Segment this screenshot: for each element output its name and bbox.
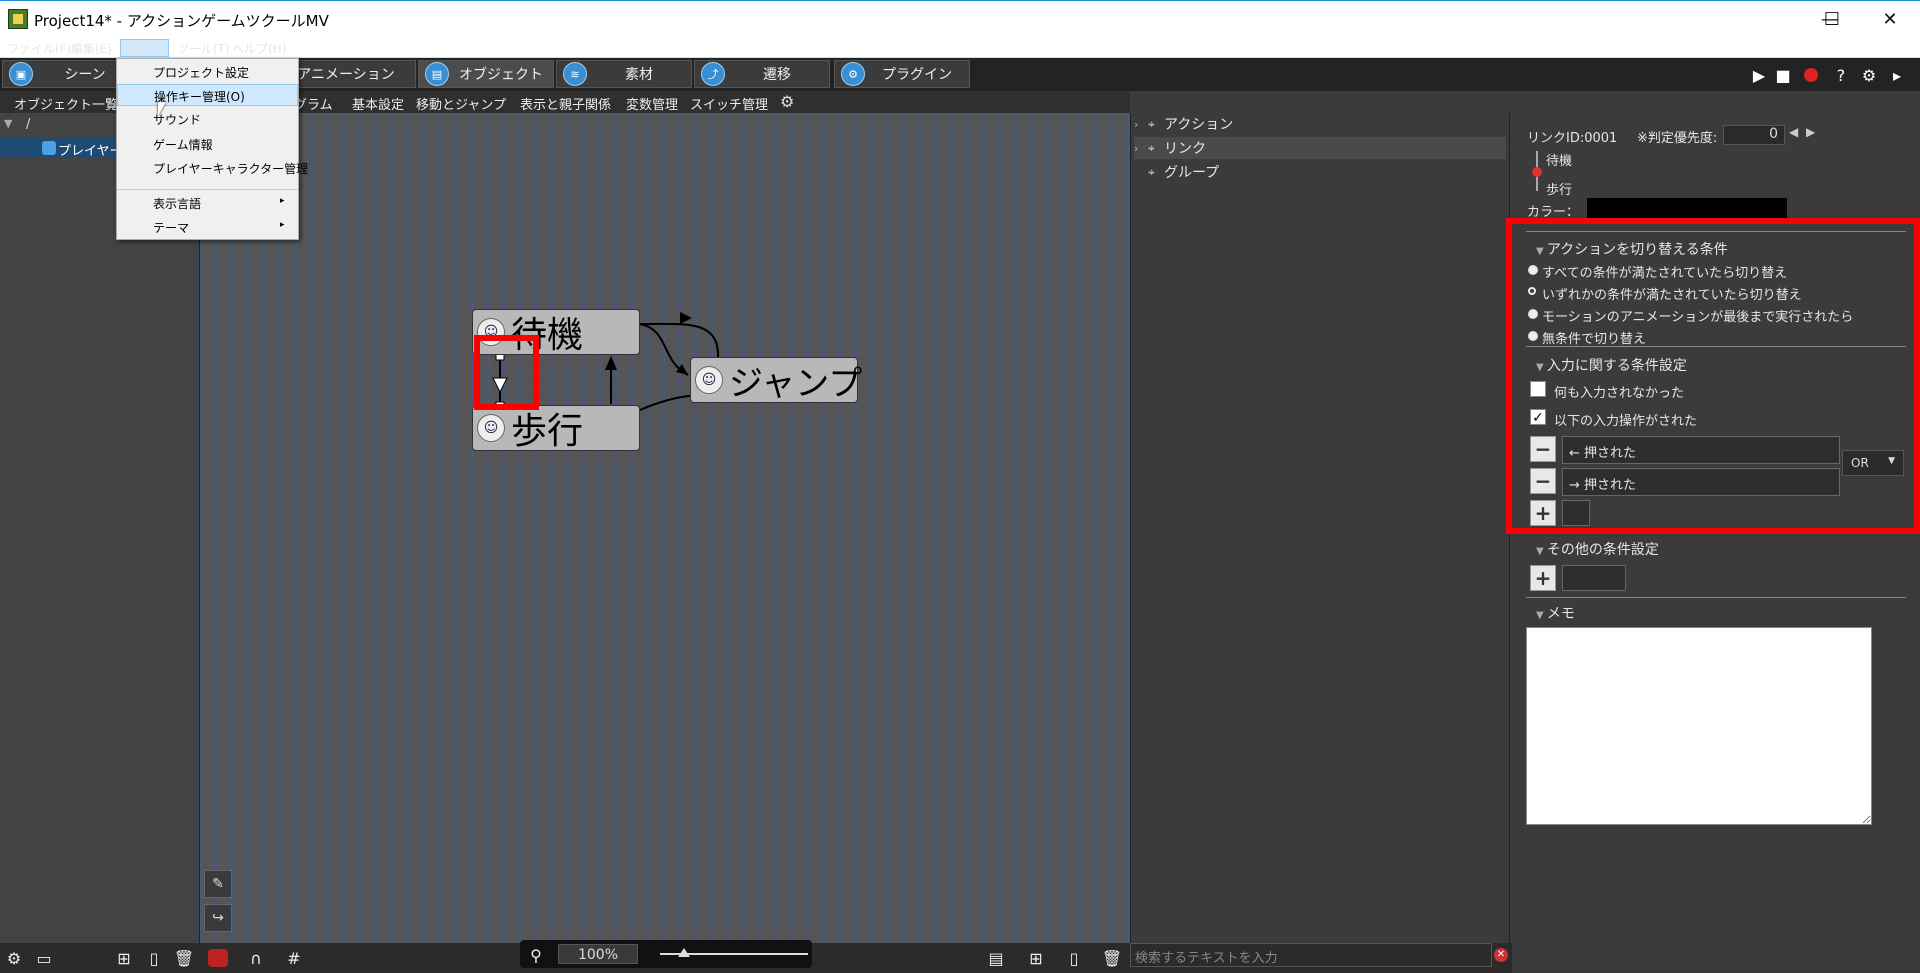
chevron-right-icon: › bbox=[1134, 141, 1139, 155]
list-item-group[interactable]: ⌖ グループ bbox=[1134, 161, 1506, 183]
tree-item-label: プレイヤー bbox=[58, 144, 123, 159]
menu-item-input-key-management[interactable]: 操作キー管理(O) bbox=[117, 84, 298, 106]
object-icon bbox=[42, 141, 56, 155]
play-icon[interactable]: ▶ bbox=[1748, 64, 1770, 86]
menu-settings[interactable]: 設定(S) bbox=[120, 39, 169, 57]
grid-icon[interactable]: # bbox=[282, 946, 306, 970]
priority-input[interactable]: 0 bbox=[1723, 125, 1785, 145]
search-input[interactable]: 検索するテキストを入力 bbox=[1130, 943, 1492, 967]
link-icon: ⌖ bbox=[1148, 140, 1155, 155]
list-item-link[interactable]: › ⌖ リンク bbox=[1134, 137, 1506, 159]
add-item-icon[interactable]: ▯ bbox=[1062, 946, 1086, 970]
play-next-icon[interactable]: ▸ bbox=[1886, 64, 1908, 86]
tree-root[interactable]: / bbox=[26, 117, 30, 132]
input-conditions-highlight bbox=[1506, 218, 1920, 534]
link-id-label: リンクID:0001 bbox=[1527, 131, 1618, 146]
other-conditions-title[interactable]: その他の条件設定 bbox=[1536, 539, 1659, 559]
subtab-variables[interactable]: 変数管理 bbox=[626, 94, 678, 113]
object-icon: ▤ bbox=[425, 62, 449, 86]
other-condition-placeholder[interactable] bbox=[1562, 565, 1626, 591]
menu-item-project-settings[interactable]: プロジェクト設定 bbox=[117, 61, 298, 83]
plugin-icon: ⚙ bbox=[841, 62, 865, 86]
add-folder-icon[interactable]: ⊞ bbox=[112, 946, 136, 970]
scene-icon: ▣ bbox=[9, 62, 33, 86]
group-icon: ⌖ bbox=[1148, 164, 1155, 179]
action-icon: ⌖ bbox=[1148, 116, 1155, 131]
link-from: 待機 bbox=[1546, 154, 1573, 169]
action-graph-canvas[interactable] bbox=[200, 113, 1130, 943]
zoom-value-field[interactable]: 100% bbox=[558, 944, 638, 964]
maximize-icon: ☐ bbox=[1823, 8, 1841, 30]
character-icon: ☺ bbox=[695, 366, 723, 394]
menu-help[interactable]: ヘルプ(H) bbox=[229, 40, 289, 57]
character-icon: ☺ bbox=[477, 414, 505, 442]
menu-edit[interactable]: 編集(E) bbox=[68, 40, 115, 57]
subtab-basic-settings[interactable]: 基本設定 bbox=[352, 94, 404, 113]
list-icon[interactable]: ▤ bbox=[984, 946, 1008, 970]
window-title: Project14* - アクションゲームツクールMV bbox=[34, 12, 329, 30]
selected-link-highlight bbox=[474, 335, 539, 410]
node-jump[interactable]: ☺ ジャンプ bbox=[690, 357, 862, 404]
menu-tools[interactable]: ツール(T) bbox=[174, 40, 233, 57]
subtab-settings-gear-icon[interactable]: ⚙ bbox=[780, 92, 800, 112]
expand-icon[interactable]: ▼ bbox=[4, 117, 12, 130]
mouse-cursor-icon bbox=[158, 102, 166, 116]
add-other-condition-button[interactable]: + bbox=[1530, 565, 1556, 591]
maximize-button[interactable]: ☐ bbox=[1804, 0, 1860, 38]
node-walk[interactable]: ☺ 歩行 bbox=[472, 405, 640, 452]
subtab-move-jump[interactable]: 移動とジャンプ bbox=[416, 94, 506, 113]
subtab-switches[interactable]: スイッチ管理 bbox=[690, 94, 768, 113]
menu-file[interactable]: ファイル(F) bbox=[4, 40, 74, 57]
menu-separator bbox=[117, 189, 298, 190]
app-icon bbox=[8, 9, 28, 29]
tab-object[interactable]: ▤ オブジェクト bbox=[418, 60, 554, 88]
list-item-action[interactable]: › ⌖ アクション bbox=[1134, 113, 1506, 135]
trash-icon[interactable]: 🗑 bbox=[172, 946, 196, 970]
close-icon: ✕ bbox=[1882, 8, 1898, 30]
subtab-display-parent[interactable]: 表示と親子関係 bbox=[520, 94, 611, 113]
link-to: 歩行 bbox=[1546, 183, 1573, 198]
record-icon[interactable] bbox=[1800, 64, 1822, 86]
subtab-program[interactable]: グラム bbox=[294, 94, 333, 113]
stop-icon[interactable]: ■ bbox=[1772, 64, 1794, 86]
transition-icon: ⤴ bbox=[701, 62, 725, 86]
resources-icon: ≋ bbox=[563, 62, 587, 86]
color-swatch[interactable] bbox=[1587, 198, 1787, 220]
settings-gear-icon[interactable]: ⚙ bbox=[2, 946, 26, 970]
menu-item-sound[interactable]: サウンド bbox=[117, 108, 298, 130]
add-item-icon[interactable]: ▯ bbox=[142, 946, 166, 970]
link-direction-dot bbox=[1532, 167, 1542, 177]
magnet-icon[interactable]: ∩ bbox=[244, 946, 268, 970]
zoom-slider-thumb[interactable] bbox=[678, 948, 690, 957]
redirect-tool-icon[interactable]: ↪ bbox=[204, 904, 232, 932]
add-folder-icon[interactable]: ⊞ bbox=[1024, 946, 1048, 970]
menu-item-game-info[interactable]: ゲーム情報 bbox=[117, 133, 298, 155]
priority-increment-icon[interactable]: ▶ bbox=[1806, 125, 1815, 139]
tab-resources[interactable]: ≋ 素材 bbox=[556, 60, 692, 88]
submenu-arrow-icon: ▸ bbox=[280, 196, 285, 206]
priority-decrement-icon[interactable]: ◀ bbox=[1789, 125, 1798, 139]
chevron-right-icon: › bbox=[1134, 117, 1139, 131]
tab-transition[interactable]: ⤴ 遷移 bbox=[694, 60, 830, 88]
dragon-icon[interactable] bbox=[206, 946, 230, 970]
clear-search-icon[interactable]: ✕ bbox=[1494, 948, 1508, 962]
memo-title[interactable]: メモ bbox=[1536, 603, 1575, 623]
help-icon[interactable]: ? bbox=[1830, 64, 1852, 86]
gear-icon[interactable]: ⚙ bbox=[1858, 64, 1880, 86]
menu-item-player-character[interactable]: プレイヤーキャラクター管理 bbox=[117, 157, 308, 179]
action-list-panel bbox=[1130, 113, 1510, 943]
subtab-object-list[interactable]: オブジェクト一覧 bbox=[14, 94, 118, 113]
tab-plugin[interactable]: ⚙ プラグイン bbox=[834, 60, 970, 88]
close-window-button[interactable]: ✕ bbox=[1862, 0, 1918, 38]
search-icon[interactable]: ⚲ bbox=[524, 943, 548, 967]
priority-label: ※判定優先度: bbox=[1637, 131, 1718, 146]
trash-icon[interactable]: 🗑 bbox=[1100, 946, 1124, 970]
memo-textarea[interactable] bbox=[1526, 627, 1872, 825]
submenu-arrow-icon: ▸ bbox=[280, 220, 285, 230]
pen-tool-icon[interactable]: ✎ bbox=[204, 870, 232, 898]
menu-item-theme[interactable]: テーマ bbox=[117, 216, 298, 238]
divider bbox=[1526, 597, 1906, 598]
film-icon[interactable]: ▭ bbox=[32, 946, 56, 970]
menu-item-display-language[interactable]: 表示言語 bbox=[117, 192, 298, 214]
